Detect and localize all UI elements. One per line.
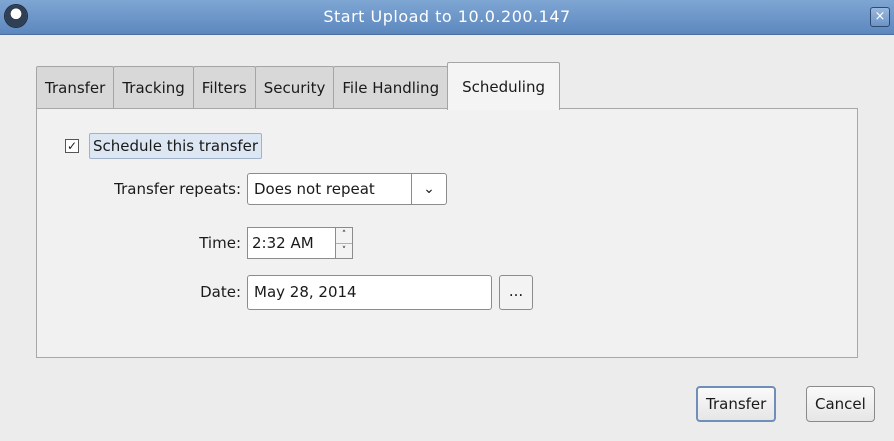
tab-security[interactable]: Security: [254, 66, 335, 108]
tab-filters[interactable]: Filters: [192, 66, 256, 108]
tab-transfer[interactable]: Transfer: [36, 66, 115, 108]
chevron-up-icon[interactable]: ˄: [336, 228, 352, 244]
date-picker-button[interactable]: ...: [499, 275, 533, 310]
close-button[interactable]: ×: [870, 7, 890, 27]
tab-scheduling[interactable]: Scheduling: [447, 62, 560, 110]
time-spin-buttons: ˄ ˅: [336, 227, 353, 259]
upload-dialog: Start Upload to 10.0.200.147 × Transfer …: [0, 0, 894, 441]
repeats-value: Does not repeat: [254, 180, 375, 198]
tab-file-handling[interactable]: File Handling: [333, 66, 449, 108]
transfer-button[interactable]: Transfer: [696, 386, 777, 422]
repeats-label: Transfer repeats:: [114, 180, 241, 198]
schedule-checkbox-label[interactable]: Schedule this transfer: [89, 133, 263, 159]
chevron-down-icon[interactable]: ⌄: [411, 174, 446, 204]
tab-bar: Transfer Tracking Filters Security File …: [36, 62, 560, 110]
window-title: Start Upload to 10.0.200.147: [323, 7, 571, 26]
date-field[interactable]: May 28, 2014: [247, 275, 492, 310]
repeats-dropdown[interactable]: Does not repeat ⌄: [247, 173, 447, 205]
time-spinner[interactable]: 2:32 AM ˄ ˅: [247, 227, 357, 259]
time-label: Time:: [199, 234, 241, 252]
tab-tracking[interactable]: Tracking: [113, 66, 194, 108]
date-label: Date:: [200, 283, 241, 301]
scheduling-panel: ✓ Schedule this transfer Transfer repeat…: [36, 108, 858, 358]
title-bar[interactable]: Start Upload to 10.0.200.147 ×: [0, 0, 894, 35]
chevron-down-icon[interactable]: ˅: [336, 244, 352, 259]
schedule-checkbox-row[interactable]: ✓ Schedule this transfer: [65, 133, 263, 159]
cancel-button[interactable]: Cancel: [806, 386, 875, 422]
time-field[interactable]: 2:32 AM: [247, 227, 336, 259]
schedule-checkbox[interactable]: ✓: [65, 139, 79, 153]
